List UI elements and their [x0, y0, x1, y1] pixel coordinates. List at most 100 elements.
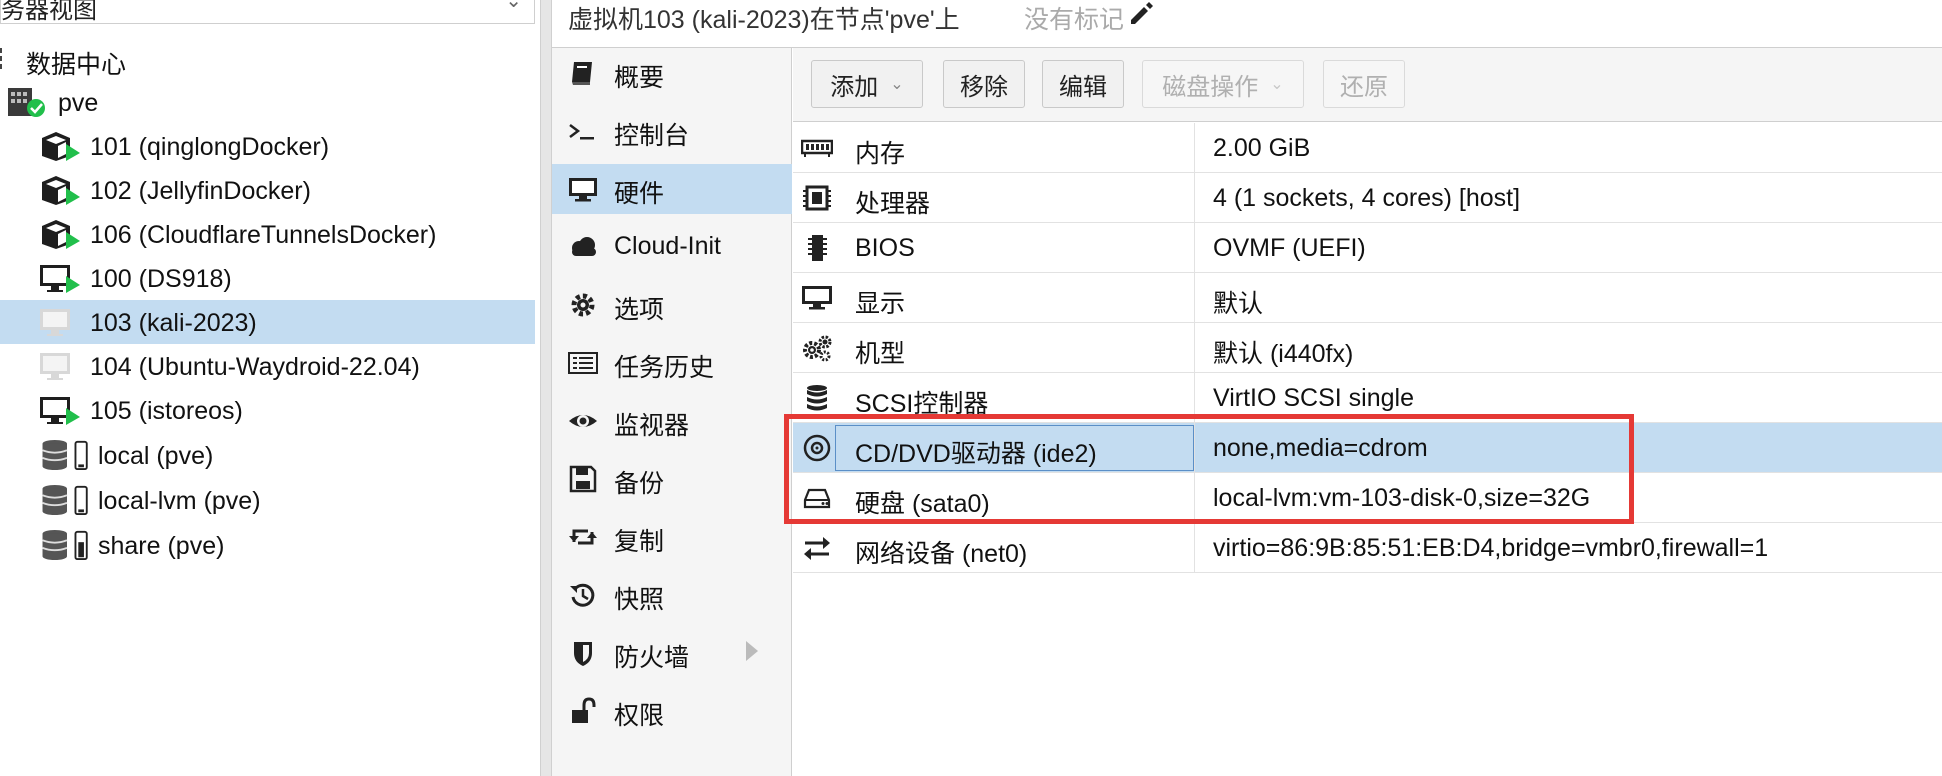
hardware-value: 默认: [1213, 290, 1264, 318]
disk-action-button[interactable]: 磁盘操作 ⌄: [1142, 60, 1304, 108]
container-running-icon: [42, 132, 80, 161]
view-selector[interactable]: 务器视图 ⌄: [0, 0, 535, 24]
vm-stopped-icon: [40, 353, 70, 380]
hardware-name: 机型: [855, 340, 906, 368]
hardware-name: BIOS: [855, 234, 915, 262]
annotation-highlight-box: [784, 414, 1634, 524]
tree-item-label: 100 (DS918): [90, 265, 232, 293]
tree-item-vm-100[interactable]: 100 (DS918): [0, 256, 535, 300]
nav-item-cloud-init[interactable]: Cloud-Init: [552, 222, 792, 272]
nav-item-summary[interactable]: 概要: [552, 48, 792, 98]
nav-item-firewall[interactable]: 防火墙: [552, 628, 792, 678]
storage-icon: [42, 439, 88, 471]
nav-item-hardware[interactable]: 硬件: [552, 164, 792, 214]
nav-item-task-history[interactable]: 任务历史: [552, 338, 792, 388]
tree-item-storage-local[interactable]: local (pve): [0, 433, 535, 477]
hardware-name: 网络设备 (net0): [855, 540, 1028, 568]
tree-item-pve[interactable]: pve: [0, 80, 535, 124]
tree-item-label: 数据中心: [26, 51, 127, 79]
nav-item-label: 备份: [614, 470, 665, 498]
nav-item-permissions[interactable]: 权限: [552, 686, 792, 736]
tree-item-label: share (pve): [98, 532, 225, 560]
nav-item-backup[interactable]: 备份: [552, 454, 792, 504]
hardware-value: 2.00 GiB: [1213, 134, 1311, 162]
nav-item-options[interactable]: 选项: [552, 280, 792, 330]
submenu-arrow-icon[interactable]: [746, 641, 758, 661]
hardware-row-memory[interactable]: 内存 2.00 GiB: [793, 123, 1942, 173]
tree-item-ct-102[interactable]: 102 (JellyfinDocker): [0, 168, 535, 212]
revert-button-label: 还原: [1340, 73, 1388, 101]
hardware-toolbar: 添加 ⌄ 移除 编辑 磁盘操作 ⌄ 还原: [793, 48, 1942, 122]
nav-item-monitor[interactable]: 监视器: [552, 396, 792, 446]
nav-item-label: 选项: [614, 296, 665, 324]
tree-item-ct-101[interactable]: 101 (qinglongDocker): [0, 124, 535, 168]
hardware-name: 处理器: [855, 190, 931, 218]
nav-item-replication[interactable]: 复制: [552, 512, 792, 562]
hardware-row-bios[interactable]: BIOS OVMF (UEFI): [793, 223, 1942, 273]
terminal-icon: [569, 124, 594, 140]
tree-item-label: 102 (JellyfinDocker): [90, 177, 311, 205]
resource-tree: 务器视图 ⌄ 数据中心 pve 101 (qinglongDocker) 102…: [0, 0, 540, 776]
hardware-row-display[interactable]: 显示 默认: [793, 273, 1942, 323]
revert-button[interactable]: 还原: [1323, 60, 1405, 108]
tree-item-vm-105[interactable]: 105 (istoreos): [0, 388, 535, 432]
nav-item-label: 任务历史: [614, 354, 715, 382]
storage-icon: [42, 529, 88, 561]
unlock-icon: [572, 697, 596, 723]
monitor-icon: [802, 286, 832, 310]
nav-item-label: 防火墙: [614, 644, 690, 672]
hardware-row-processor[interactable]: 处理器 4 (1 sockets, 4 cores) [host]: [793, 173, 1942, 223]
disk-action-button-label: 磁盘操作: [1162, 73, 1259, 101]
remove-button[interactable]: 移除: [943, 60, 1025, 108]
hardware-value: 4 (1 sockets, 4 cores) [host]: [1213, 184, 1521, 212]
nav-item-label: 硬件: [614, 180, 665, 208]
floppy-icon: [569, 465, 597, 493]
tree-item-vm-103[interactable]: 103 (kali-2023): [0, 300, 535, 344]
tree-item-vm-104[interactable]: 104 (Ubuntu-Waydroid-22.04): [0, 344, 535, 388]
tree-item-ct-106[interactable]: 106 (CloudflareTunnelsDocker): [0, 212, 535, 256]
shield-icon: [574, 642, 592, 666]
gear-icon: [571, 293, 595, 317]
hardware-value: virtio=86:9B:85:51:EB:D4,bridge=vmbr0,fi…: [1213, 534, 1769, 562]
tree-item-label: 101 (qinglongDocker): [90, 133, 330, 161]
content-header: 虚拟机103 (kali-2023)在节点'pve'上 没有标记: [552, 0, 1942, 48]
exchange-icon: [804, 537, 830, 560]
tree-item-label: local (pve): [98, 442, 214, 470]
vm-running-icon: [40, 265, 80, 293]
edit-button-label: 编辑: [1059, 73, 1107, 101]
hardware-row-network[interactable]: 网络设备 (net0) virtio=86:9B:85:51:EB:D4,bri…: [793, 523, 1942, 573]
add-button[interactable]: 添加 ⌄: [811, 60, 923, 108]
nav-item-label: 权限: [614, 702, 665, 730]
tree-item-label: 103 (kali-2023): [90, 309, 257, 337]
hardware-row-machine[interactable]: 机型 默认 (i440fx): [793, 323, 1942, 373]
tree-item-storage-share[interactable]: share (pve): [0, 523, 535, 567]
chevron-down-icon: ⌄: [890, 76, 904, 93]
view-selector-label: 务器视图: [1, 0, 97, 24]
hardware-value: 默认 (i440fx): [1213, 340, 1354, 368]
remove-button-label: 移除: [960, 73, 1008, 101]
vm-nav-menu: 概要 控制台 硬件 Cloud-Init 选项 任务历史 监视器 备份 复制 快…: [552, 48, 792, 776]
memory-icon: [801, 139, 833, 157]
tree-item-storage-local-lvm[interactable]: local-lvm (pve): [0, 478, 535, 522]
cloud-icon: [572, 237, 596, 256]
nav-item-console[interactable]: 控制台: [552, 106, 792, 156]
nav-item-label: 概要: [614, 64, 665, 92]
hardware-value: VirtIO SCSI single: [1213, 384, 1415, 412]
add-button-label: 添加: [830, 73, 879, 101]
chevron-down-icon: ⌄: [1270, 76, 1284, 93]
edit-button[interactable]: 编辑: [1042, 60, 1124, 108]
hardware-name: 内存: [855, 140, 906, 168]
container-running-icon: [42, 176, 80, 205]
tags-label: 没有标记: [1024, 6, 1125, 34]
tree-item-label: 106 (CloudflareTunnelsDocker): [90, 221, 437, 249]
pencil-icon[interactable]: [1128, 0, 1154, 26]
tree-item-label: 105 (istoreos): [90, 397, 243, 425]
page-title: 虚拟机103 (kali-2023)在节点'pve'上: [568, 6, 960, 34]
nav-item-snapshots[interactable]: 快照: [552, 570, 792, 620]
nav-item-label: 监视器: [614, 412, 690, 440]
desktop-icon: [569, 178, 597, 202]
tree-item-datacenter[interactable]: 数据中心: [0, 36, 535, 80]
tree-item-label: 104 (Ubuntu-Waydroid-22.04): [90, 353, 420, 381]
panel-splitter[interactable]: [540, 0, 552, 776]
storage-icon: [42, 484, 88, 516]
